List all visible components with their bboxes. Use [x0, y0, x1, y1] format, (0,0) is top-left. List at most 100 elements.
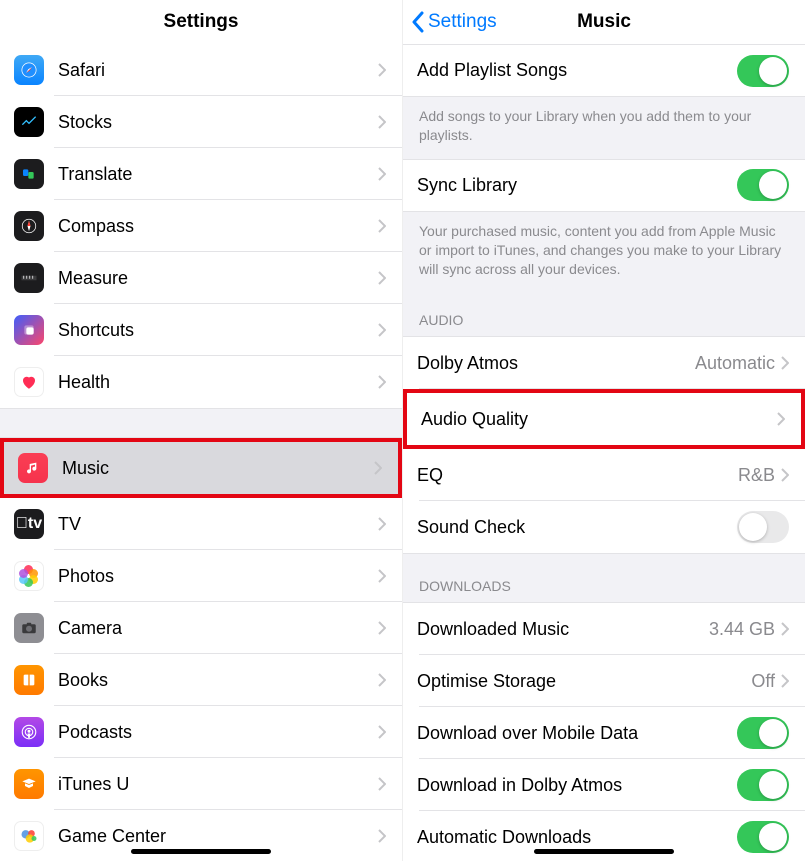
row-label: Photos [58, 566, 378, 587]
back-label: Settings [428, 11, 497, 33]
chevron-right-icon [378, 323, 386, 337]
chevron-right-icon [378, 777, 386, 791]
row-dolby-atmos[interactable]: Dolby Atmos Automatic [403, 337, 805, 389]
row-label: Camera [58, 618, 378, 639]
shortcuts-icon [14, 315, 44, 345]
chevron-right-icon [781, 674, 789, 688]
books-icon [14, 665, 44, 695]
row-download-mobile-data[interactable]: Download over Mobile Data [403, 707, 805, 759]
home-indicator [131, 849, 271, 854]
row-label: Optimise Storage [417, 671, 751, 692]
row-label: Sync Library [417, 175, 737, 196]
settings-header: Settings [0, 0, 402, 44]
music-settings-pane: Settings Music Add Playlist Songs Add so… [403, 0, 805, 861]
row-label: Podcasts [58, 722, 378, 743]
row-eq[interactable]: EQ R&B [403, 449, 805, 501]
chevron-right-icon [378, 517, 386, 531]
row-downloaded-music[interactable]: Downloaded Music 3.44 GB [403, 603, 805, 655]
row-label: Download over Mobile Data [417, 723, 737, 744]
row-label: Music [62, 458, 374, 479]
sync-library-footer: Your purchased music, content you add fr… [403, 211, 805, 289]
toggle-sync-library[interactable] [737, 169, 789, 201]
settings-group-apps2: Music tv TV Photos [0, 438, 402, 861]
chevron-right-icon [378, 115, 386, 129]
translate-icon [14, 159, 44, 189]
chevron-right-icon [378, 219, 386, 233]
row-label: Safari [58, 60, 378, 81]
row-label: Downloaded Music [417, 619, 709, 640]
row-label: Stocks [58, 112, 378, 133]
toggle-download-dolby[interactable] [737, 769, 789, 801]
toggle-sound-check[interactable] [737, 511, 789, 543]
row-value: Off [751, 671, 775, 692]
row-label: Add Playlist Songs [417, 60, 737, 81]
row-value: R&B [738, 465, 775, 486]
chevron-right-icon [777, 412, 785, 426]
photos-icon [14, 561, 44, 591]
row-download-dolby[interactable]: Download in Dolby Atmos [403, 759, 805, 811]
podcasts-icon [14, 717, 44, 747]
chevron-right-icon [378, 829, 386, 843]
settings-row-health[interactable]: Health [0, 356, 402, 408]
settings-row-books[interactable]: Books [0, 654, 402, 706]
row-label: Shortcuts [58, 320, 378, 341]
row-audio-quality[interactable]: Audio Quality [407, 393, 801, 445]
row-sync-library[interactable]: Sync Library [403, 159, 805, 211]
safari-icon [14, 55, 44, 85]
chevron-right-icon [378, 725, 386, 739]
settings-row-safari[interactable]: Safari [0, 44, 402, 96]
row-label: Download in Dolby Atmos [417, 775, 737, 796]
chevron-left-icon [411, 11, 425, 33]
toggle-download-mobile[interactable] [737, 717, 789, 749]
row-label: Books [58, 670, 378, 691]
highlight-audio-quality: Audio Quality [403, 389, 805, 449]
row-optimise-storage[interactable]: Optimise Storage Off [403, 655, 805, 707]
settings-row-stocks[interactable]: Stocks [0, 96, 402, 148]
stocks-icon [14, 107, 44, 137]
highlight-music-row: Music [0, 438, 402, 498]
settings-row-shortcuts[interactable]: Shortcuts [0, 304, 402, 356]
settings-row-podcasts[interactable]: Podcasts [0, 706, 402, 758]
row-label: Automatic Downloads [417, 827, 737, 848]
row-value: Automatic [695, 353, 775, 374]
home-indicator [534, 849, 674, 854]
settings-row-translate[interactable]: Translate [0, 148, 402, 200]
settings-row-photos[interactable]: Photos [0, 550, 402, 602]
settings-row-measure[interactable]: Measure [0, 252, 402, 304]
settings-row-camera[interactable]: Camera [0, 602, 402, 654]
row-add-playlist-songs[interactable]: Add Playlist Songs [403, 44, 805, 96]
music-icon [18, 453, 48, 483]
chevron-right-icon [378, 375, 386, 389]
chevron-right-icon [781, 356, 789, 370]
settings-title: Settings [0, 11, 402, 33]
toggle-add-playlist[interactable] [737, 55, 789, 87]
chevron-right-icon [378, 621, 386, 635]
settings-row-tv[interactable]: tv TV [0, 498, 402, 550]
row-label: Game Center [58, 826, 378, 847]
row-value: 3.44 GB [709, 619, 775, 640]
section-header-downloads: DOWNLOADS [403, 553, 805, 603]
measure-icon [14, 263, 44, 293]
chevron-right-icon [378, 673, 386, 687]
section-header-audio: AUDIO [403, 288, 805, 337]
section-gap [0, 408, 402, 438]
row-label: Translate [58, 164, 378, 185]
itunesu-icon [14, 769, 44, 799]
add-playlist-footer: Add songs to your Library when you add t… [403, 96, 805, 159]
health-icon [14, 367, 44, 397]
chevron-right-icon [378, 271, 386, 285]
chevron-right-icon [781, 468, 789, 482]
row-label: EQ [417, 465, 738, 486]
settings-row-music[interactable]: Music [4, 442, 398, 494]
row-sound-check[interactable]: Sound Check [403, 501, 805, 553]
chevron-right-icon [374, 461, 382, 475]
settings-row-compass[interactable]: Compass [0, 200, 402, 252]
chevron-right-icon [781, 622, 789, 636]
camera-icon [14, 613, 44, 643]
toggle-automatic-downloads[interactable] [737, 821, 789, 853]
row-label: iTunes U [58, 774, 378, 795]
settings-row-itunesu[interactable]: iTunes U [0, 758, 402, 810]
row-label: Audio Quality [421, 409, 777, 430]
row-label: TV [58, 514, 378, 535]
back-button[interactable]: Settings [411, 11, 497, 33]
